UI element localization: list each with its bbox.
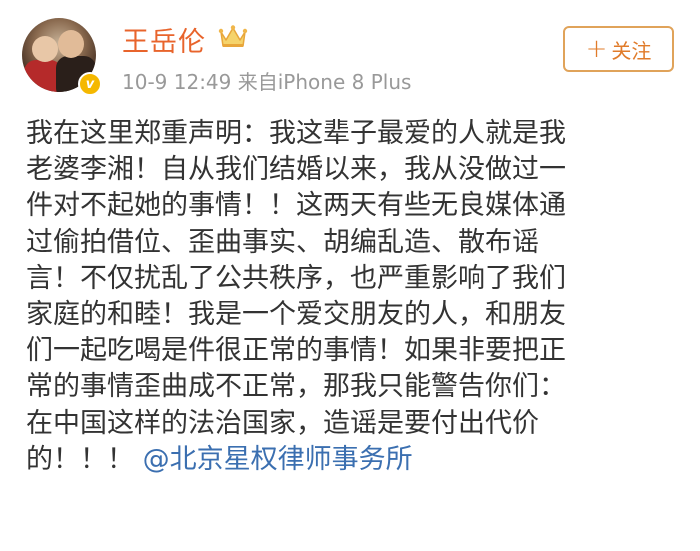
post-text-line: 常的事情歪曲成不正常，那我只能警告你们：: [26, 371, 566, 403]
post-text-line: 我在这里郑重声明：我这辈子最爱的人就是我: [26, 118, 566, 149]
post-text-line: 在中国这样的法治国家，造谣是要付出代价: [26, 407, 539, 439]
post-text-line: 老婆李湘！自从我们结婚以来，我从没做过一: [26, 154, 566, 186]
username[interactable]: 王岳伦: [122, 20, 206, 59]
post-text-last-line: 的！！！ @北京星权律师事务所: [26, 442, 681, 478]
post-timestamp: 10-9 12:49: [122, 70, 232, 94]
post-content: 我在这里郑重声明：我这辈子最爱的人就是我 老婆李湘！自从我们结婚以来，我从没做过…: [26, 116, 681, 478]
crown-icon[interactable]: [218, 24, 248, 50]
follow-button[interactable]: + 关注: [563, 26, 674, 72]
avatar-face-right: [58, 30, 84, 58]
post-text-line: 过偷拍借位、歪曲事实、胡编乱造、散布谣: [26, 226, 539, 258]
post-text-line: 家庭的和睦！我是一个爱交朋友的人，和朋友: [26, 298, 566, 330]
post-text-line: 件对不起她的事情！！这两天有些无良媒体通: [26, 190, 566, 222]
post-text-line: 言！不仅扰乱了公共秩序，也严重影响了我们: [26, 262, 566, 294]
post-header: v 王岳伦 10-9 12:49 来自iPhone 8 Plus + 关注: [0, 0, 700, 100]
plus-icon: +: [585, 34, 608, 64]
post-meta: 10-9 12:49 来自iPhone 8 Plus: [122, 66, 411, 95]
post-source[interactable]: 来自iPhone 8 Plus: [238, 70, 412, 94]
mention-link[interactable]: @北京星权律师事务所: [143, 444, 413, 475]
follow-label: 关注: [611, 38, 652, 63]
post-text-tail: 的！！！: [26, 443, 134, 475]
post-text-line: 们一起吃喝是件很正常的事情！如果非要把正: [26, 335, 566, 367]
avatar-face-left: [32, 36, 58, 62]
verified-v-icon: v: [78, 72, 102, 96]
